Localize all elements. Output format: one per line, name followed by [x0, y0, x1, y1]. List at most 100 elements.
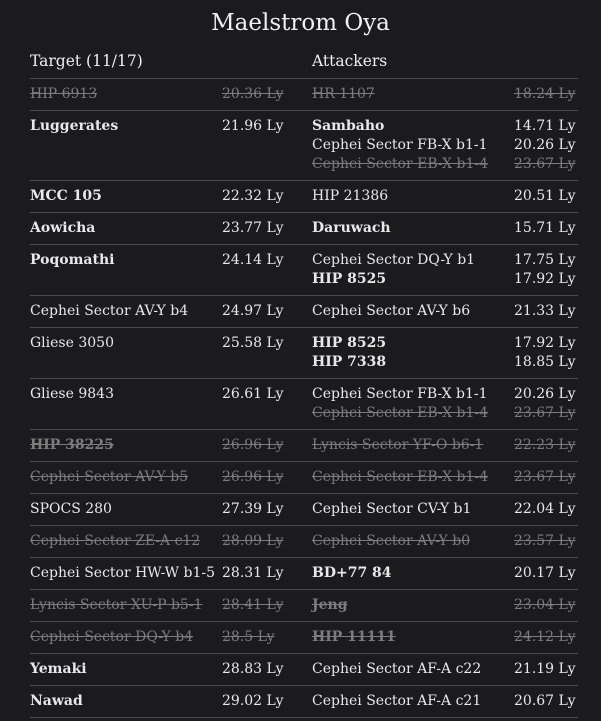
table-row: Poqomathi 24.14 Ly Cephei Sector DQ-Y b1 17…	[30, 244, 578, 295]
target-name: Cephei Sector HW-W b1-5	[30, 565, 215, 581]
attacker-name: BD+77 84	[312, 565, 392, 581]
attacker-distance: 20.51 Ly	[514, 188, 576, 204]
attacker-list: Sambaho 14.71 Ly Cephei Sector FB-X b1-1 20…	[312, 117, 578, 174]
target-table: HIP 6913 20.36 Ly HR 1107 18.24 Ly Luggerate…	[30, 78, 578, 718]
table-row: Yemaki 28.83 Ly Cephei Sector AF-A c22 21.1…	[30, 653, 578, 685]
attacker-item: HIP 8525 17.92 Ly	[312, 334, 578, 353]
attacker-name: HIP 8525	[312, 335, 387, 351]
attacker-name: Sambaho	[312, 118, 385, 134]
attackers-column-header: Attackers	[312, 52, 388, 70]
attacker-list: Lyncis Sector YF-O b6-1 22.23 Ly	[312, 436, 578, 455]
attacker-distance: 18.85 Ly	[514, 354, 576, 370]
target-distance: 27.39 Ly	[222, 501, 284, 517]
attacker-distance: 14.71 Ly	[514, 118, 576, 134]
target-name: Cephei Sector AV-Y b4	[30, 303, 189, 319]
table-row: Nawad 29.02 Ly Cephei Sector AF-A c21 20.67…	[30, 685, 578, 717]
attacker-item: Cephei Sector EB-X b1-4 23.67 Ly	[312, 468, 578, 487]
attacker-item: Lyncis Sector YF-O b6-1 22.23 Ly	[312, 436, 578, 455]
table-bottom-border	[30, 717, 578, 718]
target-distance: 28.83 Ly	[222, 661, 284, 677]
target-distance: 22.32 Ly	[222, 188, 284, 204]
target-distance: 26.96 Ly	[222, 437, 284, 453]
attacker-list: Cephei Sector FB-X b1-1 20.26 Ly Cephei Se…	[312, 385, 578, 423]
attacker-name: HR 1107	[312, 86, 375, 102]
attacker-item: Cephei Sector CV-Y b1 22.04 Ly	[312, 500, 578, 519]
target-distance: 20.36 Ly	[222, 86, 284, 102]
attacker-distance: 24.12 Ly	[514, 629, 576, 645]
attacker-name: Cephei Sector AV-Y b0	[312, 533, 471, 549]
attacker-item: BD+77 84 20.17 Ly	[312, 564, 578, 583]
table-row: Cephei Sector ZE-A c12 28.09 Ly Cephei Sec…	[30, 525, 578, 557]
attacker-name: Cephei Sector FB-X b1-1	[312, 137, 488, 153]
attacker-item: Cephei Sector AV-Y b6 21.33 Ly	[312, 302, 578, 321]
attacker-name: Cephei Sector AF-A c21	[312, 693, 482, 709]
table-row: Luggerates 21.96 Ly Sambaho 14.71 Ly Cephei …	[30, 110, 578, 180]
target-name: SPOCS 280	[30, 501, 112, 517]
attacker-item: Cephei Sector AF-A c22 21.19 Ly	[312, 660, 578, 679]
target-name: Lyncis Sector XU-P b5-1	[30, 597, 203, 613]
attacker-distance: 18.24 Ly	[514, 86, 576, 102]
attacker-name: Cephei Sector DQ-Y b1	[312, 252, 476, 268]
table-row: MCC 105 22.32 Ly HIP 21386 20.51 Ly	[30, 180, 578, 212]
attacker-name: Daruwach	[312, 220, 391, 236]
target-distance: 28.31 Ly	[222, 565, 284, 581]
attacker-name: Cephei Sector AV-Y b6	[312, 303, 471, 319]
attacker-list: BD+77 84 20.17 Ly	[312, 564, 578, 583]
target-distance: 21.96 Ly	[222, 118, 284, 134]
table-row: SPOCS 280 27.39 Ly Cephei Sector CV-Y b1 22…	[30, 493, 578, 525]
target-name: HIP 6913	[30, 86, 98, 102]
attacker-item: Daruwach 15.71 Ly	[312, 219, 578, 238]
table-row: Lyncis Sector XU-P b5-1 28.41 Ly Jeng 23.04…	[30, 589, 578, 621]
attacker-item: Cephei Sector DQ-Y b1 17.75 Ly	[312, 251, 578, 270]
attacker-item: HIP 7338 18.85 Ly	[312, 353, 578, 372]
target-distance: 28.5 Ly	[222, 629, 275, 645]
table-row: HIP 38225 26.96 Ly Lyncis Sector YF-O b6-1…	[30, 429, 578, 461]
attacker-list: Cephei Sector AF-A c21 20.67 Ly	[312, 692, 578, 711]
table-row: Cephei Sector AV-Y b4 24.97 Ly Cephei Sect…	[30, 295, 578, 327]
attacker-distance: 17.92 Ly	[514, 271, 576, 287]
attacker-item: Cephei Sector EB-X b1-4 23.67 Ly	[312, 404, 578, 423]
table-row: HIP 6913 20.36 Ly HR 1107 18.24 Ly	[30, 78, 578, 110]
attacker-distance: 21.19 Ly	[514, 661, 576, 677]
attacker-name: HIP 21386	[312, 188, 389, 204]
attacker-name: Cephei Sector EB-X b1-4	[312, 469, 489, 485]
attacker-item: Cephei Sector EB-X b1-4 23.67 Ly	[312, 155, 578, 174]
attacker-list: HIP 21386 20.51 Ly	[312, 187, 578, 206]
attacker-list: Cephei Sector AF-A c22 21.19 Ly	[312, 660, 578, 679]
target-name: Cephei Sector AV-Y b5	[30, 469, 189, 485]
target-name: Yemaki	[30, 661, 87, 677]
target-distance: 24.14 Ly	[222, 252, 284, 268]
attacker-name: Cephei Sector CV-Y b1	[312, 501, 472, 517]
attacker-name: Cephei Sector EB-X b1-4	[312, 156, 489, 172]
attacker-name: HIP 11111	[312, 629, 396, 645]
attacker-name: HIP 7338	[312, 354, 387, 370]
table-row: Cephei Sector AV-Y b5 26.96 Ly Cephei Sect…	[30, 461, 578, 493]
attacker-list: Jeng 23.04 Ly	[312, 596, 578, 615]
attacker-name: Lyncis Sector YF-O b6-1	[312, 437, 484, 453]
attacker-name: Cephei Sector AF-A c22	[312, 661, 482, 677]
attacker-distance: 20.17 Ly	[514, 565, 576, 581]
attacker-distance: 21.33 Ly	[514, 303, 576, 319]
attacker-list: Daruwach 15.71 Ly	[312, 219, 578, 238]
target-distance: 23.77 Ly	[222, 220, 284, 236]
target-name: Gliese 3050	[30, 335, 114, 351]
table-row: Cephei Sector HW-W b1-5 28.31 Ly BD+77 84 2…	[30, 557, 578, 589]
attacker-name: Jeng	[312, 597, 348, 613]
target-distance: 25.58 Ly	[222, 335, 284, 351]
target-distance: 28.09 Ly	[222, 533, 284, 549]
attacker-item: Cephei Sector FB-X b1-1 20.26 Ly	[312, 136, 578, 155]
attacker-distance: 20.67 Ly	[514, 693, 576, 709]
table-row: Cephei Sector DQ-Y b4 28.5 Ly HIP 11111 24.…	[30, 621, 578, 653]
attacker-distance: 22.23 Ly	[514, 437, 576, 453]
target-name: Poqomathi	[30, 252, 115, 268]
attacker-distance: 22.04 Ly	[514, 501, 576, 517]
attacker-distance: 15.71 Ly	[514, 220, 576, 236]
attacker-item: HR 1107 18.24 Ly	[312, 85, 578, 104]
target-distance: 28.41 Ly	[222, 597, 284, 613]
attacker-distance: 23.04 Ly	[514, 597, 576, 613]
attacker-list: Cephei Sector AV-Y b0 23.57 Ly	[312, 532, 578, 551]
target-name: HIP 38225	[30, 437, 114, 453]
attacker-list: HIP 8525 17.92 Ly HIP 7338 18.85 Ly	[312, 334, 578, 372]
attacker-distance: 17.75 Ly	[514, 252, 576, 268]
target-distance: 24.97 Ly	[222, 303, 284, 319]
